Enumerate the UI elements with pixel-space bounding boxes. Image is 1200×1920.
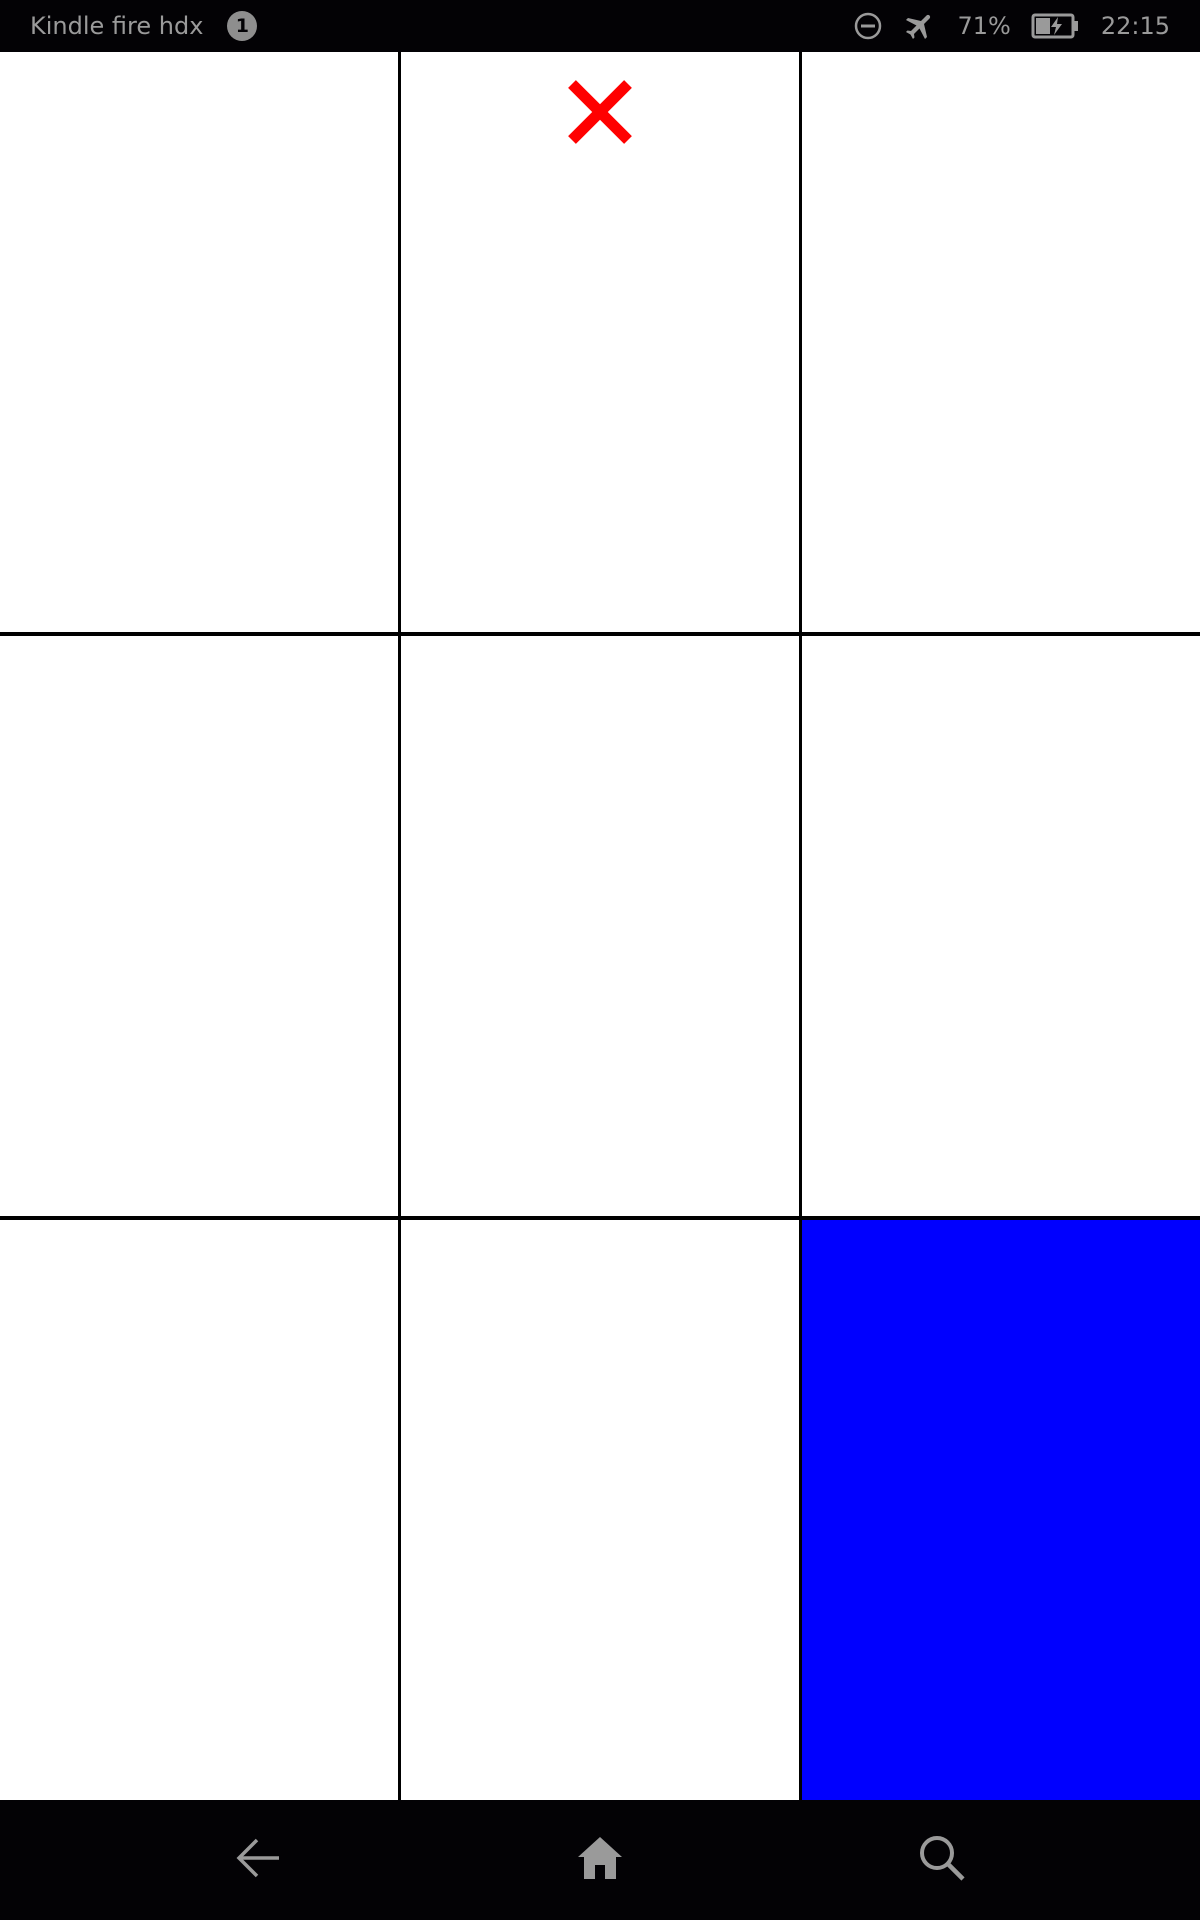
board-cell-2[interactable] (401, 52, 799, 632)
board-cell-5[interactable] (401, 636, 799, 1216)
board-cell-7[interactable] (0, 1220, 398, 1800)
status-right: 71% 22:15 (833, 9, 1170, 43)
notification-badge[interactable]: 1 (227, 11, 258, 41)
home-button[interactable] (555, 1815, 645, 1905)
clock: 22:15 (1100, 12, 1170, 40)
board-cell-8[interactable] (401, 1220, 799, 1800)
status-bar: Kindle fire hdx 1 71% 22:15 (0, 0, 1200, 52)
board-cell-9-selected[interactable] (802, 1220, 1200, 1800)
back-arrow-icon (233, 1833, 283, 1887)
board-cell-3[interactable] (802, 52, 1200, 632)
battery-percent: 71% (957, 12, 1011, 40)
device-name: Kindle fire hdx (30, 12, 204, 40)
back-button[interactable] (213, 1815, 303, 1905)
navigation-bar (0, 1800, 1200, 1920)
board-cell-4[interactable] (0, 636, 398, 1216)
x-mark-icon (568, 80, 632, 144)
search-icon (917, 1833, 967, 1887)
battery-charging-icon (1031, 12, 1081, 40)
airplane-mode-icon (903, 9, 937, 43)
board-cell-1[interactable] (0, 52, 398, 632)
home-icon (575, 1833, 625, 1887)
game-board (0, 52, 1200, 1800)
do-not-disturb-icon (853, 11, 883, 41)
board-cell-6[interactable] (802, 636, 1200, 1216)
status-left: Kindle fire hdx 1 (30, 11, 258, 41)
search-button[interactable] (897, 1815, 987, 1905)
